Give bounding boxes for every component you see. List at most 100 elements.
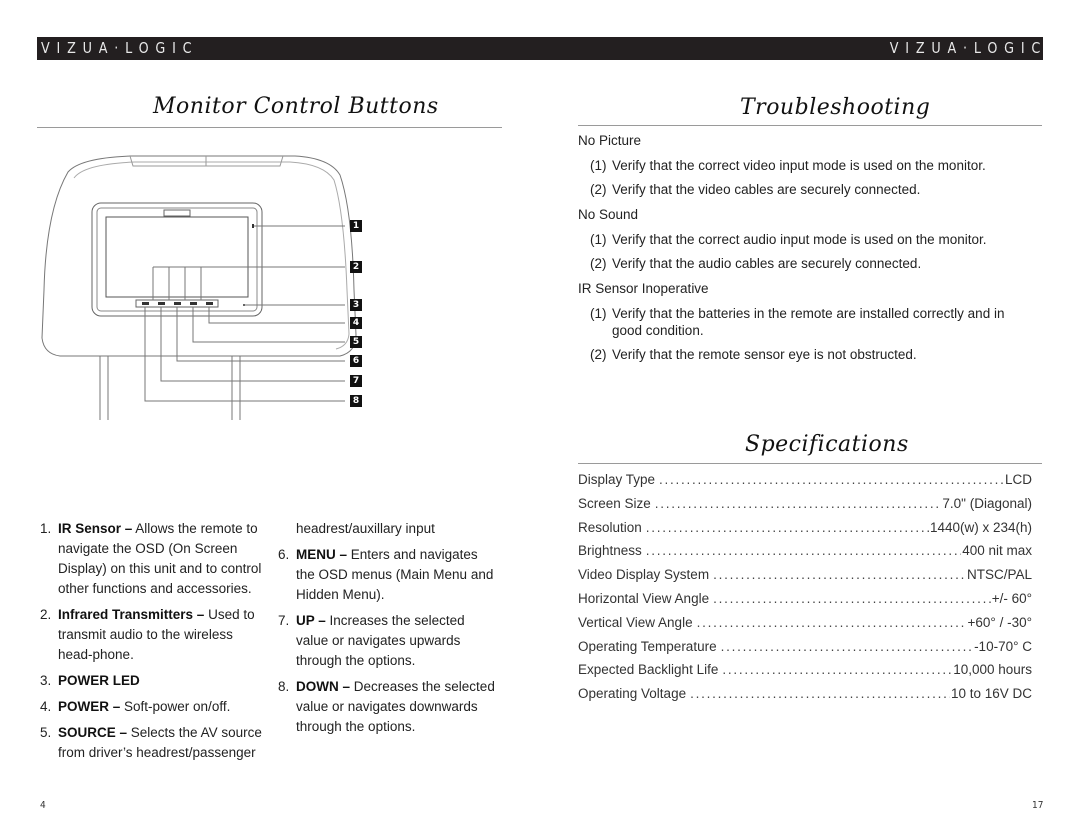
callout-1: 1 [350,220,362,232]
list-item: 5. SOURCE – Selects the AV source from d… [40,723,268,763]
item-number: 7. [278,613,290,628]
spec-label: Vertical View Angle [578,614,693,630]
step-number: (1) [590,232,607,247]
page-number-left: 4 [40,800,46,811]
callout-5: 5 [350,336,362,348]
step-text: Verify that the batteries in the remote … [612,306,1005,338]
headrest-shell-inner [73,161,350,350]
brand-logo-left: VIZUA·LOGIC [41,39,199,57]
leader-dots [713,563,966,587]
spec-value: 10 to 16V DC [950,686,1032,702]
list-item: 7. UP – Increases the selected value or … [278,611,500,671]
spec-row-resolution: Resolution 1440(w) x 234(h) [578,516,1032,540]
troubleshooting-title: Troubleshooting [740,95,931,120]
step-text: Verify that the audio cables are securel… [612,256,922,271]
power-button [206,302,213,305]
item-term: Infrared Transmitters – [58,607,205,622]
spec-row-video-display-system: Video Display System NTSC/PAL [578,563,1032,587]
spec-row-screen-size: Screen Size 7.0" (Diagonal) [578,492,1032,516]
monitor-bezel [91,202,263,317]
left-title-rule [37,127,502,128]
callout-4: 4 [350,317,362,329]
spec-label: Horizontal View Angle [578,590,710,606]
step-number: (1) [590,306,607,321]
callout-7: 7 [350,375,362,387]
step-number: (1) [590,158,607,173]
spec-row-horizontal-view-angle: Horizontal View Angle +/- 60° [578,587,1032,611]
issue-heading-no-sound: No Sound [578,207,639,222]
item-description: Soft-power on/off. [120,699,231,714]
leader-dots [713,587,991,611]
spec-label: Operating Temperature [578,638,717,654]
step-text: Verify that the video cables are securel… [612,182,921,197]
spec-label: Operating Voltage [578,686,687,702]
spec-value: 10,000 hours [953,662,1032,678]
issue-heading-no-picture: No Picture [578,133,642,148]
troubleshooting-step: (2) Verify that the audio cables are secu… [578,255,1038,272]
spec-value: +/- 60° [991,590,1032,606]
brand-label-plate [163,209,191,217]
step-number: (2) [590,182,607,197]
list-item: 8. DOWN – Decreases the selected value o… [278,677,500,737]
up-button [158,302,165,305]
spec-row-display-type: Display Type LCD [578,468,1032,492]
page-number-right: 17 [1032,800,1044,811]
list-item: 6. MENU – Enters and navigates the OSD m… [278,545,500,605]
callout-6: 6 [350,355,362,367]
spec-label: Screen Size [578,495,651,511]
brand-header-bar: VIZUA·LOGIC VIZUA·LOGIC [37,37,1043,60]
step-number: (2) [590,256,607,271]
item-number: 6. [278,547,290,562]
troubleshooting-step: (2) Verify that the video cables are secu… [578,181,1038,198]
step-text: Verify that the correct audio input mode… [612,232,987,247]
spec-row-backlight-life: Expected Backlight Life 10,000 hours [578,658,1032,682]
item-number: 5. [40,725,52,740]
item-number: 1. [40,521,52,536]
list-item-continuation: headrest/auxillary input [278,519,500,539]
troubleshooting-section: No Picture (1) Verify that the correct vi… [578,131,1038,370]
leader-dots [646,516,929,540]
spec-value: NTSC/PAL [966,567,1032,583]
leader-dots [722,658,952,682]
leader-dots [690,682,950,706]
callout-2: 2 [350,261,362,273]
list-item: 1. IR Sensor – Allows the remote to navi… [40,519,268,599]
leader-dots [659,468,1004,492]
item-term: UP – [296,613,326,628]
source-button [190,302,197,305]
step-text: Verify that the correct video input mode… [612,158,986,173]
step-text: Verify that the remote sensor eye is not… [612,347,917,362]
item-number: 8. [278,679,290,694]
troubleshooting-step: (2) Verify that the remote sensor eye is … [578,346,1038,363]
step-number: (2) [590,347,607,362]
callout-8: 8 [350,395,362,407]
button-list-column-2: headrest/auxillary input 6. MENU – Enter… [278,519,500,743]
leader-dots [721,635,973,659]
item-term: SOURCE – [58,725,128,740]
item-description: headrest/auxillary input [296,521,435,536]
item-term: IR Sensor – [58,521,133,536]
headrest-shell [41,155,357,357]
spec-value: LCD [1004,472,1032,487]
spec-label: Brightness [578,543,642,559]
spec-label: Video Display System [578,567,710,583]
spec-value: 1440(w) x 234(h) [929,519,1032,535]
power-led [243,304,245,306]
brand-logo-right: VIZUA·LOGIC [889,39,1047,57]
leader-dots [697,611,967,635]
troubleshooting-step: (1) Verify that the batteries in the remo… [578,305,1032,339]
spec-row-operating-voltage: Operating Voltage 10 to 16V DC [578,682,1032,706]
item-term: MENU – [296,547,348,562]
spec-value: 400 nit max [962,543,1032,559]
headrest-monitor-diagram [41,155,357,420]
specifications-title: Specifications [745,432,909,457]
issue-heading-ir-sensor: IR Sensor Inoperative [578,281,709,296]
spec-row-operating-temperature: Operating Temperature -10-70° C [578,635,1032,659]
item-term: POWER – [58,699,121,714]
item-term: POWER LED [58,673,140,688]
item-term: DOWN – [296,679,350,694]
troubleshooting-step: (1) Verify that the correct audio input m… [578,231,1038,248]
down-button [142,302,149,305]
spec-row-vertical-view-angle: Vertical View Angle +60° / -30° [578,611,1032,635]
spec-label: Display Type [578,472,656,487]
